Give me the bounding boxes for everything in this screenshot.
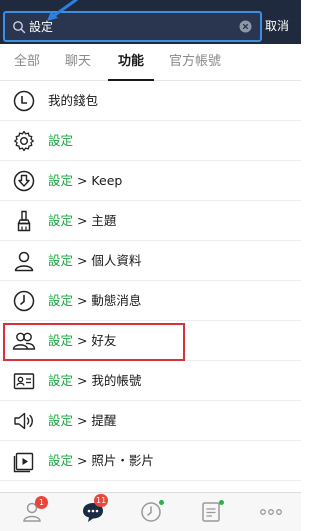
- list-item-wallet[interactable]: 我的錢包: [0, 81, 301, 121]
- list-item-label: 設定 > 動態消息: [48, 293, 142, 308]
- bottom-nav: 1 11: [0, 492, 301, 531]
- clear-icon[interactable]: [239, 20, 252, 33]
- nav-more[interactable]: [258, 499, 284, 525]
- brush-icon: [17, 210, 31, 232]
- search-input[interactable]: 設定: [3, 11, 262, 42]
- friends-icon: [12, 332, 36, 350]
- annotation-arrow: [47, 0, 78, 21]
- nav-news[interactable]: [198, 499, 224, 525]
- photo-video-icon: [13, 452, 34, 473]
- list-item-label: 設定: [48, 133, 74, 148]
- list-item-label: 設定 > 提醒: [48, 413, 117, 428]
- nav-timeline[interactable]: [138, 499, 164, 525]
- list-item-label: 我的錢包: [48, 93, 99, 108]
- list-item-settings-profile[interactable]: 設定 > 個人資料: [0, 241, 301, 281]
- list-item-settings[interactable]: 設定: [0, 121, 301, 161]
- tab-all[interactable]: 全部: [6, 44, 48, 80]
- person-icon: [14, 251, 34, 272]
- friends-badge: 1: [35, 496, 48, 509]
- list-item-settings-keep[interactable]: 設定 > Keep: [0, 161, 301, 201]
- more-icon: [260, 509, 282, 515]
- list-item-settings-friends[interactable]: 設定 > 好友: [0, 321, 301, 361]
- list-item-settings-theme[interactable]: 設定 > 主題: [0, 201, 301, 241]
- list-item-label: 設定 > 主題: [48, 213, 117, 228]
- tab-bar: 全部 聊天 功能 官方帳號: [0, 44, 301, 81]
- list-item-label: 設定 > Keep: [48, 173, 123, 188]
- timeline-dot: [159, 500, 164, 505]
- gear-icon: [14, 130, 34, 152]
- nav-chats[interactable]: 11: [80, 494, 109, 525]
- clock-icon: [13, 290, 35, 312]
- keep-icon: [13, 170, 35, 192]
- search-icon: [13, 21, 26, 34]
- list-item-label: 設定 > 個人資料: [48, 253, 142, 268]
- list-item-settings-timeline[interactable]: 設定 > 動態消息: [0, 281, 301, 321]
- news-dot: [219, 500, 224, 505]
- list-item-label: 設定 > 我的帳號: [48, 373, 142, 388]
- list-item-settings-photos-videos[interactable]: 設定 > 照片・影片: [0, 441, 301, 481]
- list-item-label: 設定 > 照片・影片: [48, 453, 154, 468]
- id-card-icon: [13, 373, 35, 390]
- list-item-settings-notifications[interactable]: 設定 > 提醒: [0, 401, 301, 441]
- nav-friends[interactable]: 1: [20, 496, 48, 525]
- cancel-button[interactable]: 取消: [265, 16, 289, 36]
- chats-badge: 11: [94, 494, 109, 507]
- tab-features[interactable]: 功能: [108, 44, 154, 81]
- tab-official-accounts[interactable]: 官方帳號: [162, 44, 228, 80]
- wallet-icon: [13, 90, 35, 112]
- list-item-settings-my-account[interactable]: 設定 > 我的帳號: [0, 361, 301, 401]
- list-item-label: 設定 > 好友: [48, 333, 117, 348]
- tab-chats[interactable]: 聊天: [56, 44, 100, 80]
- speaker-icon: [14, 412, 33, 430]
- results-list: 我的錢包 設定 設定 > Keep 設定 > 主題 設定 > 個人資料 設定 >…: [0, 81, 301, 481]
